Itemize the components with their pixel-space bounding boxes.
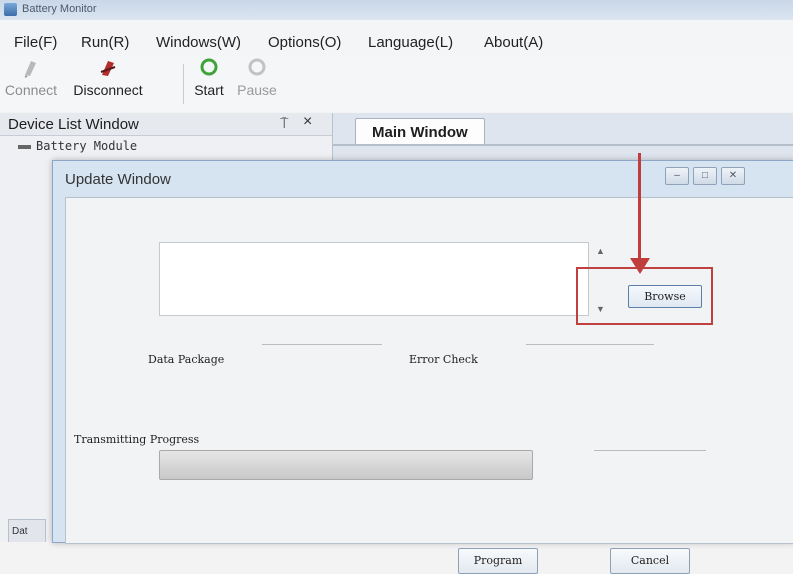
start-icon [200,58,218,76]
plug-icon [24,61,36,78]
dialog-title: Update Window [65,171,171,188]
bottom-panel-tab[interactable]: Dat [8,519,46,542]
start-button[interactable]: Start [188,58,230,98]
pause-icon [248,58,266,76]
menu-bar: File(F) Run(R) Windows(W) Options(O) Lan… [0,20,793,56]
file-path-box[interactable] [159,242,589,316]
program-button[interactable]: Program [458,548,538,574]
dialog-body: ▲ ▼ Browse Data Package Error Check Tran… [65,153,793,574]
app-icon [4,3,17,16]
tab-strip-border [333,144,793,146]
annotation-arrow [638,153,641,265]
device-list-header: Device List Window ⍑ × [0,113,332,136]
tree-node-icon [18,144,31,149]
panel-close-icon[interactable]: × [303,113,312,131]
maximize-button[interactable]: □ [693,167,717,185]
tab-main-window-label: Main Window [372,124,468,141]
connect-button[interactable]: Connect [0,58,62,98]
menu-options[interactable]: Options(O) [268,34,341,51]
pin-icon[interactable]: ⍑ [280,115,288,132]
pause-button[interactable]: Pause [234,58,280,98]
disconnect-label: Disconnect [73,82,143,98]
toolbar-separator [183,64,184,104]
progress-value [594,450,706,451]
menu-about[interactable]: About(A) [484,34,543,51]
disconnect-button[interactable]: Disconnect [64,58,152,98]
error-check-label: Error Check [409,353,478,366]
menu-windows[interactable]: Windows(W) [156,34,241,51]
device-list-title: Device List Window [8,116,139,133]
scroll-up-icon[interactable]: ▲ [596,246,605,256]
toolbar: Connect Disconnect Start Pause [0,56,793,112]
menu-file[interactable]: File(F) [14,34,57,51]
bottom-panel-tab-label: Dat [12,526,28,537]
start-label: Start [194,82,224,98]
window-title: Battery Monitor [22,3,97,15]
error-check-value [526,344,654,345]
tree-item-label: Battery Module [36,139,138,153]
pause-label: Pause [237,82,277,98]
browse-button[interactable]: Browse [628,285,702,308]
title-bar: Battery Monitor [0,0,793,20]
cancel-button[interactable]: Cancel [610,548,690,574]
menu-run[interactable]: Run(R) [81,34,129,51]
tree-item-battery-module[interactable]: Battery Module [18,139,137,153]
unplug-icon [100,61,116,76]
dialog-close-button[interactable]: ✕ [721,167,745,185]
connect-label: Connect [4,82,58,98]
data-package-value [262,344,382,345]
progress-bar [159,450,533,480]
menu-language[interactable]: Language(L) [368,34,453,51]
data-package-label: Data Package [148,353,225,366]
progress-label: Transmitting Progress [74,433,200,446]
minimize-button[interactable]: – [665,167,689,185]
tab-main-window[interactable]: Main Window [355,118,485,145]
update-dialog: Update Window – □ ✕ ▲ ▼ Browse Data Pack… [52,153,793,574]
